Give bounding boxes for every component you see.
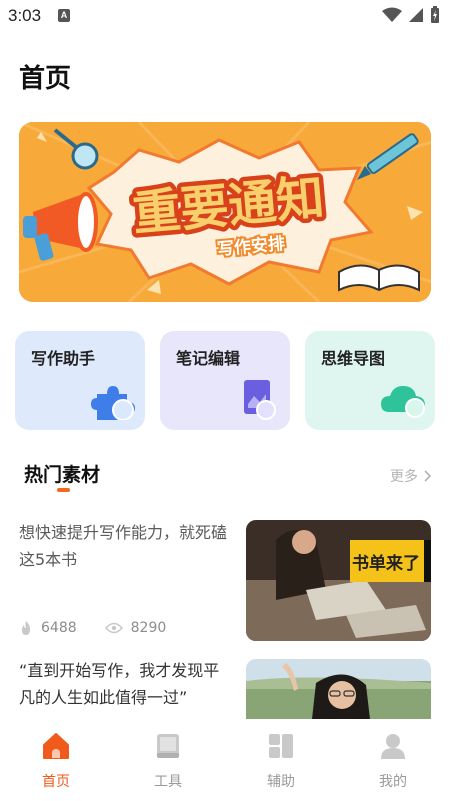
status-bar: 3:03 A	[0, 0, 450, 32]
section-title-underline	[57, 488, 70, 492]
nav-label: 辅助	[267, 774, 295, 790]
home-icon	[43, 733, 69, 759]
feature-card-writing-assistant[interactable]: 写作助手	[15, 331, 145, 430]
battery-icon	[431, 6, 439, 23]
views-stat: 8290	[104, 620, 167, 636]
book-icon	[338, 264, 420, 292]
user-icon	[381, 734, 405, 759]
notice-banner[interactable]: 重要通知 写作安排	[19, 122, 431, 302]
status-icons	[382, 6, 440, 24]
eye-icon	[104, 622, 123, 634]
article-thumbnail[interactable]	[246, 659, 431, 719]
nav-assist[interactable]: 辅助	[241, 731, 321, 791]
feature-card-mind-map[interactable]: 思维导图	[305, 331, 435, 430]
wifi-icon	[382, 7, 402, 22]
banner-illustration: 重要通知 写作安排	[19, 122, 431, 302]
hot-materials-title: 热门素材	[24, 464, 101, 486]
nav-label: 首页	[42, 774, 70, 790]
views-count: 8290	[130, 620, 167, 636]
chevron-right-icon	[424, 470, 432, 482]
more-link[interactable]: 更多	[390, 466, 432, 486]
fire-icon	[22, 621, 30, 635]
thumbnail-caption: 书单来了	[352, 553, 420, 574]
likes-stat: 6488	[19, 620, 77, 636]
document-image-icon	[244, 380, 276, 420]
puzzle-icon	[91, 386, 135, 420]
article-stats: 6488 8290	[19, 620, 194, 636]
book-tool-icon	[157, 734, 179, 758]
nav-profile[interactable]: 我的	[353, 731, 433, 791]
nav-label: 工具	[154, 774, 182, 790]
nav-home[interactable]: 首页	[16, 731, 96, 791]
grid-layout-icon	[269, 734, 293, 758]
feature-label: 思维导图	[321, 349, 386, 368]
feature-card-note-editing[interactable]: 笔记编辑	[160, 331, 290, 430]
bottom-navigation: 首页 工具 辅助 我的	[0, 719, 450, 801]
likes-count: 6488	[41, 620, 77, 636]
status-time: 3:03	[8, 6, 42, 25]
feature-label: 笔记编辑	[176, 349, 241, 368]
more-label: 更多	[390, 469, 418, 485]
article-title[interactable]: 想快速提升写作能力，就死磕这5本书	[19, 519, 231, 573]
notification-a-icon: A	[58, 9, 70, 22]
page-title: 首页	[19, 64, 72, 94]
feature-label: 写作助手	[31, 349, 96, 368]
nav-label: 我的	[379, 774, 407, 790]
nav-tools[interactable]: 工具	[128, 731, 208, 791]
article-thumbnail[interactable]: 书单来了	[246, 520, 431, 641]
cloud-icon	[381, 386, 425, 418]
article-title[interactable]: “直到开始写作，我才发现平凡的人生如此值得一过”	[19, 657, 231, 711]
signal-icon	[409, 8, 423, 22]
